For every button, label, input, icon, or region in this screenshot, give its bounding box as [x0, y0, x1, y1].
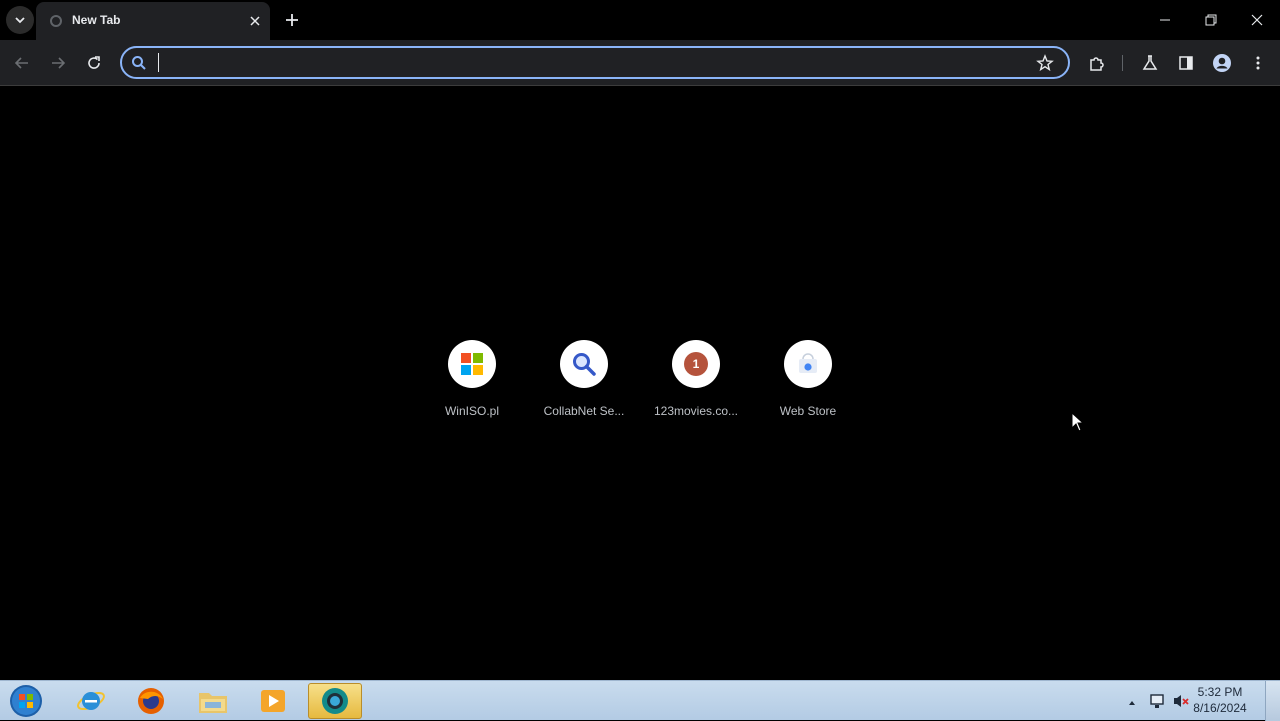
windows-start-orb-icon [10, 685, 42, 717]
taskbar-file-explorer[interactable] [186, 683, 240, 719]
internet-explorer-icon [77, 691, 105, 711]
clock-date: 8/16/2024 [1193, 701, 1247, 715]
taskbar-internet-explorer[interactable] [64, 683, 118, 719]
media-player-icon [261, 690, 285, 712]
taskbar: 5:32 PM 8/16/2024 [0, 680, 1280, 721]
volume-muted-icon [1174, 695, 1189, 707]
firefox-icon [138, 688, 164, 714]
labs-button[interactable] [1138, 51, 1162, 75]
forward-button[interactable] [46, 51, 70, 75]
flask-icon [1142, 55, 1158, 70]
back-button[interactable] [10, 51, 34, 75]
close-icon [1251, 14, 1263, 26]
shortcut-tile[interactable]: 1 123movies.co... [640, 340, 752, 440]
bookmark-star-icon[interactable] [1036, 54, 1054, 72]
menu-button[interactable] [1246, 51, 1270, 75]
chevron-down-icon [15, 17, 25, 24]
search-magnifier-icon [560, 340, 608, 388]
extensions-button[interactable] [1085, 51, 1109, 75]
shortcut-label: WinISO.pl [444, 404, 499, 418]
mouse-cursor-icon [1071, 412, 1085, 432]
new-tab-button[interactable] [280, 8, 304, 32]
tab-title: New Tab [72, 13, 121, 27]
chrome-beta-icon [322, 688, 348, 714]
address-input[interactable] [156, 52, 1020, 76]
shortcut-label: CollabNet Se... [543, 404, 625, 418]
shortcut-label: Web Store [779, 404, 837, 418]
restore-button[interactable] [1197, 6, 1225, 34]
puzzle-piece-icon [1090, 57, 1104, 71]
arrow-right-icon [52, 57, 66, 69]
minimize-button[interactable] [1151, 6, 1179, 34]
tray-expand-arrow[interactable] [1127, 695, 1137, 705]
account-avatar-icon [1213, 54, 1231, 72]
windows-logo-icon [448, 340, 496, 388]
reload-icon [88, 56, 100, 69]
badge-1-icon: 1 [672, 340, 720, 388]
browser-toolbar [0, 40, 1280, 86]
network-icon [1150, 694, 1164, 708]
file-explorer-icon [199, 693, 227, 713]
globe-icon [50, 15, 62, 27]
tab-new-tab[interactable]: New Tab [36, 2, 270, 40]
badge-number: 1 [684, 352, 708, 376]
close-icon [250, 16, 260, 26]
chevron-up-icon [1129, 701, 1135, 705]
clock-time: 5:32 PM [1197, 685, 1243, 699]
three-dots-vertical-icon [1256, 56, 1260, 70]
text-caret [158, 53, 159, 72]
taskbar-chrome-beta[interactable] [308, 683, 362, 719]
profile-button[interactable] [1210, 51, 1234, 75]
taskbar-media-player[interactable] [246, 683, 300, 719]
minimize-icon [1160, 19, 1170, 21]
start-button[interactable] [6, 682, 46, 720]
tray-network[interactable] [1148, 692, 1166, 710]
tab-search-button[interactable] [6, 6, 34, 34]
tray-volume[interactable] [1172, 692, 1190, 710]
restore-icon [1205, 14, 1217, 26]
address-bar[interactable] [120, 46, 1070, 79]
toolbar-divider [1122, 55, 1123, 71]
shortcut-tile[interactable]: Web Store [752, 340, 864, 440]
shortcut-grid: WinISO.pl CollabNet Se... 1 123movies.co… [416, 340, 864, 440]
web-store-icon [784, 340, 832, 388]
shortcut-tile[interactable]: WinISO.pl [416, 340, 528, 440]
system-clock[interactable]: 5:32 PM 8/16/2024 [1190, 684, 1250, 716]
tab-close-button[interactable] [246, 12, 264, 30]
side-panel-button[interactable] [1174, 51, 1198, 75]
plus-icon [286, 14, 298, 26]
side-panel-icon [1179, 56, 1193, 70]
close-window-button[interactable] [1243, 6, 1271, 34]
title-bar: New Tab [0, 0, 1280, 40]
shortcut-tile[interactable]: CollabNet Se... [528, 340, 640, 440]
shortcut-label: 123movies.co... [653, 404, 739, 418]
arrow-left-icon [14, 57, 28, 69]
taskbar-firefox[interactable] [124, 683, 178, 719]
show-desktop-button[interactable] [1265, 681, 1280, 721]
reload-button[interactable] [82, 51, 106, 75]
search-icon [132, 56, 146, 70]
